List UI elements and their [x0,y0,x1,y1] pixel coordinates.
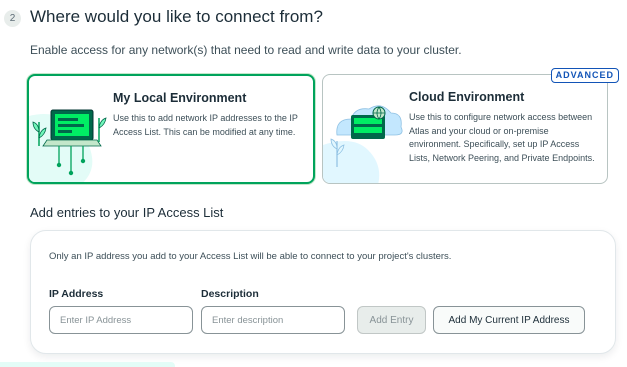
step-number-badge: 2 [4,10,21,27]
laptop-plants-illustration [29,109,107,182]
add-current-ip-button[interactable]: Add My Current IP Address [433,306,585,334]
local-environment-description: Use this to add network IP addresses to … [113,113,298,137]
local-environment-card[interactable]: My Local Environment Use this to add net… [27,74,315,184]
access-list-notice: Only an IP address you add to your Acces… [49,251,452,262]
section-heading: Where would you like to connect from? [30,7,323,26]
description-input[interactable] [201,306,345,334]
advanced-badge: ADVANCED [550,68,619,83]
bottom-decoration [0,362,175,367]
cloud-server-illustration [323,105,403,183]
cloud-environment-title: Cloud Environment [409,90,525,104]
section-description: Enable access for any network(s) that ne… [30,43,462,57]
ip-address-label: IP Address [49,288,104,300]
ip-address-input[interactable] [49,306,193,334]
description-label: Description [201,288,259,300]
cloud-environment-description: Use this to configure network access bet… [409,112,595,163]
local-environment-title: My Local Environment [113,91,247,105]
add-entry-button[interactable]: Add Entry [357,306,426,334]
access-list-title: Add entries to your IP Access List [30,205,224,220]
access-list-panel: Only an IP address you add to your Acces… [30,230,616,354]
cloud-environment-card[interactable]: Cloud Environment Use this to configure … [322,74,608,184]
